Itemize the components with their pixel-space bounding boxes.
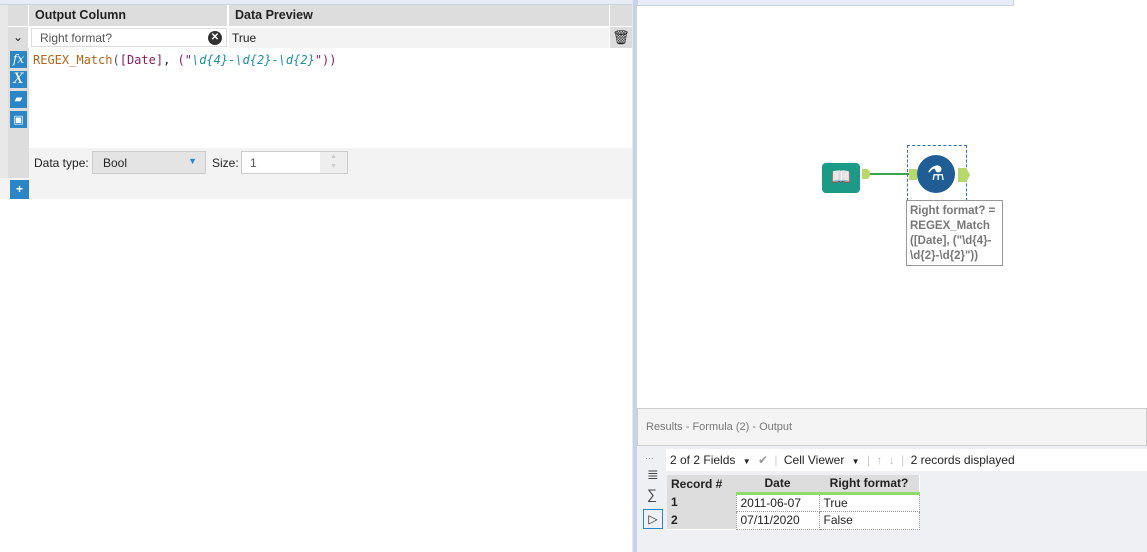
viewer-chevron-icon[interactable]: ▼ [852,457,860,466]
results-table: Record # Date Right format? 1 2011-06-07… [667,475,920,530]
formula-config-panel: Output Column Data Preview ⌄ Right forma… [0,0,632,552]
date-cell[interactable]: 07/11/2020 [735,510,820,530]
metadata-icon[interactable]: ▷ [643,509,663,529]
size-value: 1 [250,156,257,170]
apply-check-icon[interactable]: ✔ [758,453,768,467]
results-title: Results - Formula (2) - Output [637,408,1147,446]
record-number: 1 [667,493,736,511]
collapse-chevron-icon[interactable]: ⌄ [8,27,28,48]
canvas-top-tabs [637,0,1014,6]
header-spacer-right [610,5,632,26]
arrow-down-icon[interactable]: ↓ [889,453,895,467]
tool-annotation: Right format? = REGEX_Match ([Date], ("\… [906,200,1003,266]
input-data-tool-icon[interactable]: 📖 [822,163,860,193]
field-token: [Date] [119,53,164,67]
dropdown-arrow-icon: ▼ [188,156,197,166]
function-token: REGEX_Match [33,53,113,67]
size-label: Size: [212,156,239,170]
records-status: 2 records displayed [910,453,1015,467]
sum-icon[interactable]: ∑ [647,486,657,502]
size-input[interactable]: 1 ▲ ▼ [241,151,348,174]
add-row: + [0,178,632,199]
output-column-input[interactable]: Right format? [31,28,227,47]
delete-trash-icon[interactable]: 🗑 [610,27,632,48]
column-header[interactable]: Record # [667,475,736,493]
fields-dropdown[interactable]: 2 of 2 Fields [670,453,735,467]
close-token: ")) [314,53,337,67]
open-folder-icon[interactable]: ▰ [10,91,27,108]
date-cell[interactable]: 2011-06-07 [735,492,820,512]
output-anchor[interactable] [862,169,870,179]
input-anchor[interactable] [909,169,917,180]
formula-tool-flask-icon[interactable]: ⚗ [917,155,955,193]
string-open-token: (" [177,53,192,67]
right-format-cell[interactable]: False [818,510,920,530]
string-token: \d{4}-\d{2}-\d{2} [191,53,315,67]
data-type-value: Bool [103,156,128,170]
header-spacer [8,5,28,26]
save-icon[interactable]: ▣ [10,111,27,128]
toolbar-separator: | [774,453,778,467]
clear-icon[interactable]: ✕ [208,31,222,45]
arrow-up-icon[interactable]: ↑ [876,453,882,467]
data-preview-value: True [229,28,609,48]
workflow-canvas[interactable]: 📖 ⚗ Right format? = REGEX_Match ([Date],… [637,0,1147,408]
type-bar: Data type: Bool ▼ Size: 1 ▲ ▼ [29,148,632,178]
comma-token: , [163,53,178,67]
table-view-icon[interactable]: ≣ [647,466,659,483]
data-type-label: Data type: [34,156,89,170]
column-header[interactable]: Date [736,475,819,495]
connection-line [870,173,910,175]
cell-viewer-dropdown[interactable]: Cell Viewer [784,453,844,467]
table-row[interactable]: 2 07/11/2020 False [667,510,920,530]
paren-token: ( [112,53,120,67]
variable-icon[interactable]: X [10,71,27,88]
add-formula-button[interactable]: + [10,180,29,199]
record-number: 2 [667,511,736,529]
toolbar-separator: | [866,453,871,467]
table-row[interactable]: 1 2011-06-07 True [667,492,920,512]
results-panel: Results - Formula (2) - Output ··· ≣ ∑ ▷… [637,408,1147,552]
toolbar-separator: | [901,453,905,467]
fields-chevron-icon[interactable]: ▼ [743,457,751,466]
expression-editor[interactable]: REGEX_Match([Date], ("\d{4}-\d{2}-\d{2}"… [33,53,337,67]
results-toolbar: 2 of 2 Fields ▼ ✔ | Cell Viewer ▼ | ↑ ↓ … [666,449,1147,471]
more-icon[interactable]: ··· [645,453,654,463]
formula-output-anchor[interactable] [958,168,970,182]
right-format-cell[interactable]: True [818,492,920,512]
column-header[interactable]: Right format? [819,475,919,495]
data-type-select[interactable]: Bool ▼ [92,151,206,174]
row-gutter [0,5,8,180]
size-stepper[interactable]: ▲ ▼ [320,152,347,173]
fx-icon[interactable]: fx [10,51,27,68]
data-preview-header: Data Preview [229,5,609,26]
output-column-header: Output Column [29,5,227,26]
